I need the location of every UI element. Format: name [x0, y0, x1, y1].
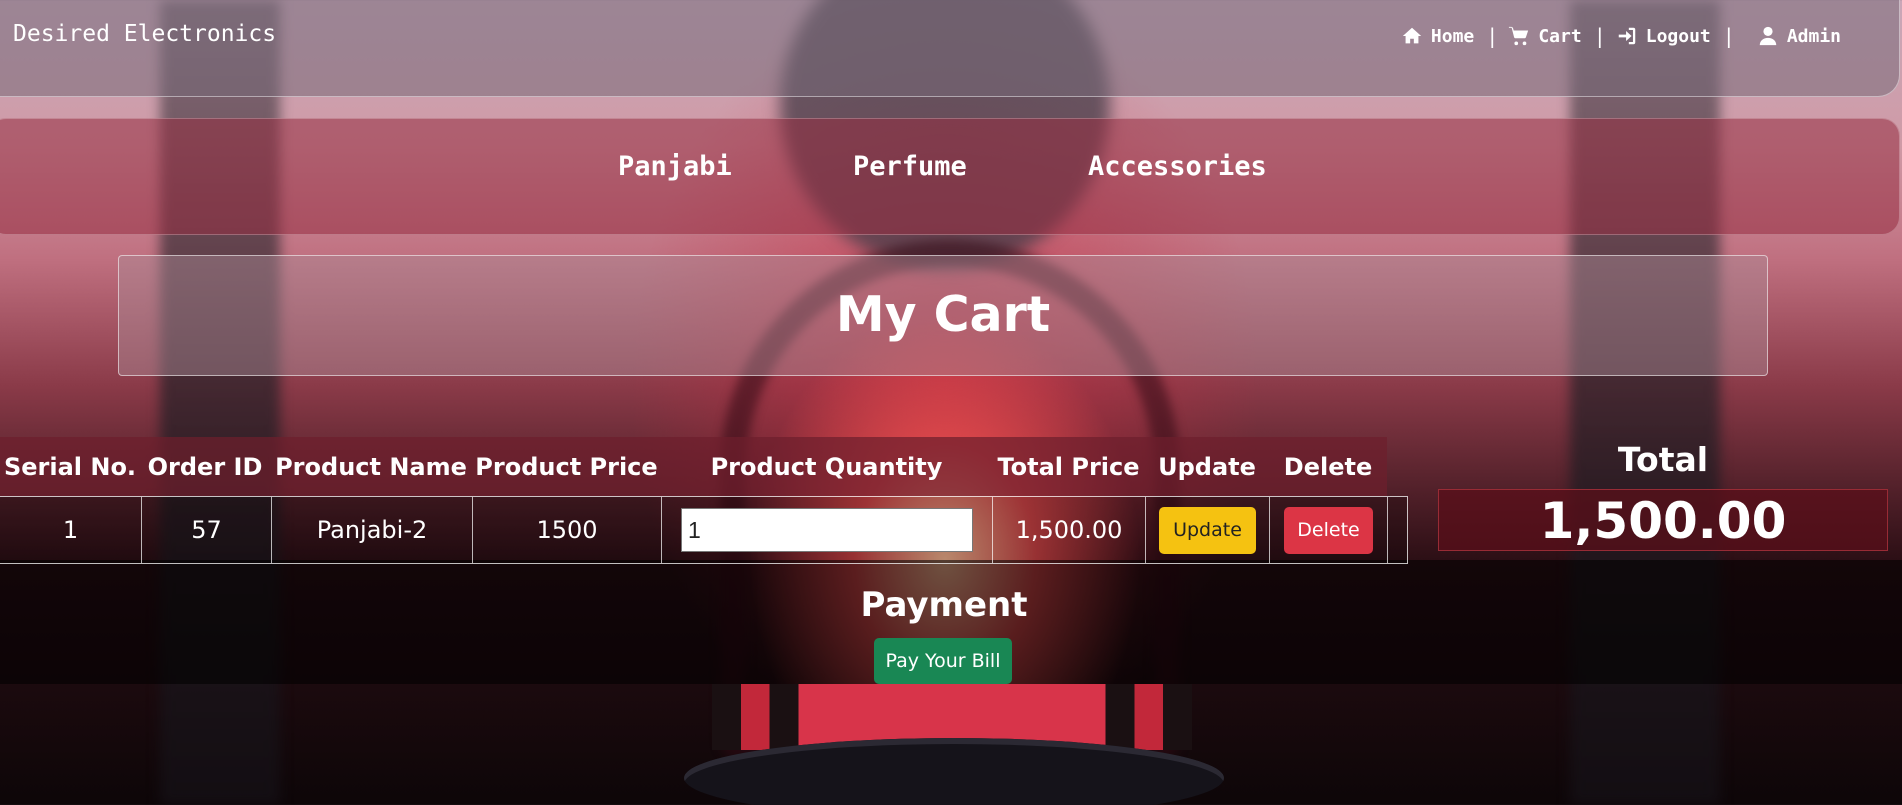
brand-name[interactable]: Desired Electronics [13, 21, 276, 47]
cell-product-price: 1500 [472, 497, 661, 563]
cell-delete: Delete [1269, 497, 1387, 563]
payment-heading: Payment [860, 585, 1028, 625]
header-delete: Delete [1283, 452, 1373, 481]
cell-serial: 1 [62, 516, 79, 544]
page-title: My Cart [835, 286, 1051, 343]
sign-in-icon [1618, 27, 1635, 45]
nav-separator: | [1722, 24, 1735, 48]
category-bar: Panjabi Perfume Accessories [0, 118, 1900, 235]
nav-cart-link[interactable]: Cart [1508, 25, 1582, 47]
cart-table: Serial No. Order ID Product Name Product… [0, 437, 1408, 564]
nav-logout-link[interactable]: Logout [1616, 25, 1711, 47]
page-title-box: My Cart [118, 255, 1768, 376]
home-icon [1402, 27, 1422, 44]
user-icon [1759, 26, 1777, 46]
category-perfume[interactable]: Perfume [853, 151, 967, 182]
top-nav-links: Home | Cart | Logout | Admin [1401, 24, 1841, 48]
pay-bill-button[interactable]: Pay Your Bill [874, 638, 1012, 684]
nav-home-link[interactable]: Home [1401, 25, 1474, 47]
update-button[interactable]: Update [1159, 506, 1256, 554]
nav-separator: | [1593, 24, 1606, 48]
nav-admin-label: Admin [1786, 25, 1841, 47]
header-update: Update [1158, 452, 1256, 481]
nav-logout-label: Logout [1645, 25, 1711, 47]
total-label: Total [1617, 440, 1709, 479]
header-serial: Serial No. [3, 452, 137, 481]
header-product-quantity: Product Quantity [710, 452, 943, 481]
nav-admin-link[interactable]: Admin [1757, 25, 1841, 47]
category-panjabi[interactable]: Panjabi [618, 151, 732, 182]
header-order-id: Order ID [147, 452, 263, 481]
cart-icon [1509, 26, 1529, 46]
top-navbar: Desired Electronics Home | Cart | Logout… [0, 0, 1900, 97]
cell-product-name: Panjabi-2 [271, 497, 472, 563]
cell-empty [1387, 497, 1408, 563]
table-row: 1 57 Panjabi-2 1500 1,500.00 Update Dele… [0, 496, 1408, 564]
cell-total-price: 1,500.00 [992, 497, 1145, 563]
quantity-input[interactable] [681, 508, 973, 552]
nav-home-label: Home [1430, 25, 1475, 47]
table-header: Serial No. Order ID Product Name Product… [0, 437, 1387, 496]
cell-quantity [661, 497, 992, 563]
delete-button[interactable]: Delete [1284, 506, 1373, 554]
header-total-price: Total Price [997, 452, 1140, 481]
category-accessories[interactable]: Accessories [1088, 151, 1267, 182]
total-value: 1,500.00 [1438, 489, 1888, 551]
nav-cart-label: Cart [1538, 25, 1582, 47]
cell-update: Update [1145, 497, 1269, 563]
nav-separator: | [1486, 24, 1499, 48]
cell-order-id: 57 [141, 497, 271, 563]
header-product-price: Product Price [475, 452, 658, 481]
header-product-name: Product Name [275, 452, 467, 481]
